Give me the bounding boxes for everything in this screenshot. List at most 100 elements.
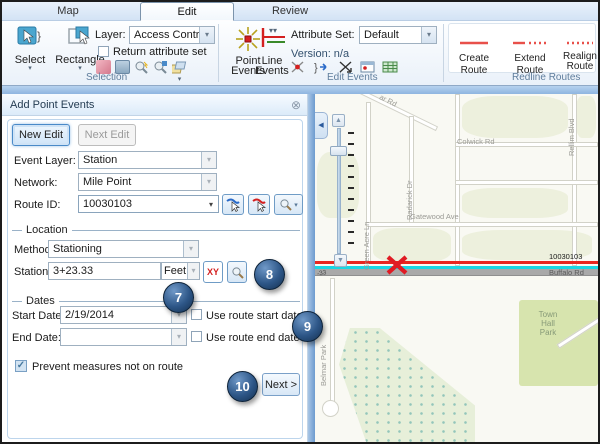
select-icon: } — [16, 25, 44, 51]
map-view[interactable]: Buffalo Rd 10030103 -33 ar Rd Colwick Rd… — [315, 94, 598, 442]
extend-route-icon — [510, 27, 550, 49]
route-selection-highlight — [315, 266, 598, 269]
group-separator — [443, 24, 444, 82]
selectable-layers-icon[interactable]: ▾ — [172, 60, 187, 74]
method-combobox[interactable]: Stationing ▾ — [48, 240, 199, 258]
chevron-down-icon[interactable]: ▾ — [199, 27, 214, 43]
tab-map[interactable]: Map — [22, 2, 114, 21]
create-route-button[interactable]: Create Route — [450, 27, 498, 76]
magnifier-icon — [231, 266, 244, 279]
callout-7: 7 — [163, 282, 194, 313]
svg-text:}: } — [314, 62, 318, 74]
select-route-on-map-button[interactable] — [222, 194, 244, 215]
zoom-to-next-selection-icon[interactable] — [153, 60, 168, 74]
layer-label: Layer: — [95, 29, 126, 41]
zoom-tick — [348, 143, 354, 145]
chevron-down-icon[interactable]: ▾ — [187, 263, 199, 279]
chevron-down-icon: ▾ — [294, 201, 298, 209]
event-layer-combobox[interactable]: Station ▾ — [78, 151, 217, 169]
network-value: Mile Point — [79, 176, 201, 188]
chevron-down-icon[interactable]: ▾ — [204, 200, 218, 209]
zoom-tick — [348, 198, 354, 200]
zoom-tick — [348, 165, 354, 167]
zoom-tick — [348, 242, 354, 244]
rectangle-select-icon — [66, 25, 94, 51]
group-separator — [218, 24, 219, 82]
zoom-in-button[interactable]: ▲ — [332, 114, 345, 127]
line-events-label2: Events — [254, 66, 290, 76]
prevent-measures-label: Prevent measures not on route — [32, 361, 183, 373]
layer-value: Access Control — [130, 29, 199, 41]
station-measure-label: -33 — [316, 269, 326, 278]
start-date-value: 2/19/2014 — [61, 309, 171, 321]
use-route-end-date-checkbox[interactable] — [191, 331, 202, 342]
extend-route-button[interactable]: Extend Route — [504, 27, 556, 76]
station-input[interactable]: 3+23.33 — [48, 262, 161, 280]
tab-review[interactable]: Review — [254, 2, 326, 21]
tab-edit[interactable]: Edit — [140, 2, 234, 21]
zoom-slider-handle[interactable] — [330, 146, 347, 156]
station-search-button[interactable] — [227, 261, 247, 283]
route-id-combobox[interactable]: 10030103 ▾ — [78, 195, 219, 213]
road-gatewood-ave — [366, 222, 598, 227]
map-land-block — [576, 96, 596, 138]
chevron-down-icon[interactable]: ▾ — [183, 241, 198, 257]
use-route-start-date-label: Use route start date — [206, 310, 303, 322]
network-label: Network: — [14, 177, 57, 189]
svg-text:}: } — [37, 29, 41, 43]
event-layer-label: Event Layer: — [14, 155, 76, 167]
route-select-icon — [225, 197, 241, 212]
attribute-set-value: Default — [360, 29, 421, 41]
road-label: Rellim Blvd — [567, 118, 576, 156]
split-event-icon[interactable] — [290, 60, 305, 74]
chevron-down-icon[interactable]: ▾ — [201, 152, 216, 168]
panel-header: Add Point Events ⊗ — [2, 94, 307, 116]
road-label: Green Acre Ln — [362, 222, 371, 270]
location-section-label: Location — [26, 224, 68, 236]
realign-route-label2: Route — [560, 62, 600, 72]
layer-combobox[interactable]: Access Control ▾ — [129, 26, 215, 44]
realign-route-button[interactable]: Realign Route — [560, 27, 600, 72]
event-table-icon[interactable] — [382, 60, 397, 74]
select-button[interactable]: } Select ▾ — [8, 25, 52, 72]
magnifier-icon — [279, 198, 292, 211]
prevent-measures-checkbox[interactable]: ✓ — [15, 360, 27, 372]
clear-route-selection-button[interactable] — [248, 194, 270, 215]
attribute-set-combobox[interactable]: Default ▾ — [359, 26, 437, 44]
next-button[interactable]: Next > — [262, 373, 300, 396]
zoom-out-button[interactable]: ▼ — [334, 254, 347, 267]
route-id-label: Route ID: — [14, 199, 60, 211]
use-route-start-date-checkbox[interactable] — [191, 309, 202, 320]
next-edit-button[interactable]: Next Edit — [78, 124, 136, 146]
new-edit-button[interactable]: New Edit — [12, 124, 70, 146]
chevron-down-icon[interactable]: ▾ — [171, 329, 186, 345]
units-combobox[interactable]: Feet ▾ — [161, 262, 200, 280]
road-horizontal — [455, 180, 598, 185]
end-date-picker[interactable]: ▾ — [60, 328, 187, 346]
route-redline — [315, 261, 598, 264]
panel-map-splitter[interactable] — [308, 94, 315, 442]
road-label: Colwick Rd — [457, 137, 495, 146]
route-search-button[interactable]: ▾ — [274, 194, 303, 215]
xy-coordinates-button[interactable]: XY — [203, 261, 223, 283]
event-editor-window: Map Edit Review } Select ▾ Rectangle ▾ — [0, 0, 600, 444]
return-attribute-set-checkbox[interactable] — [98, 46, 109, 57]
units-value: Feet — [162, 265, 187, 277]
line-events-icon: ▾▾ — [255, 25, 289, 53]
close-icon[interactable]: ⊗ — [291, 94, 301, 116]
ribbon-tab-bar: Map Edit Review — [2, 2, 598, 21]
line-events-button[interactable]: ▾▾ Line Events — [254, 25, 290, 76]
method-value: Stationing — [49, 243, 183, 255]
zoom-to-selection-icon[interactable] — [134, 60, 149, 74]
network-combobox[interactable]: Mile Point ▾ — [78, 173, 217, 191]
chevron-down-icon[interactable]: ▾ — [421, 27, 436, 43]
callout-8: 8 — [254, 259, 285, 290]
use-route-end-date-label: Use route end date — [206, 332, 300, 344]
chevron-down-icon[interactable]: ▾ — [201, 174, 216, 190]
create-route-label: Create Route — [459, 53, 489, 76]
realign-route-icon — [565, 27, 595, 49]
dates-section-label: Dates — [26, 295, 55, 307]
start-date-label: Start Date: — [12, 310, 65, 322]
create-route-icon — [457, 27, 491, 49]
collapse-panel-arrow[interactable]: ◀ — [315, 112, 328, 139]
